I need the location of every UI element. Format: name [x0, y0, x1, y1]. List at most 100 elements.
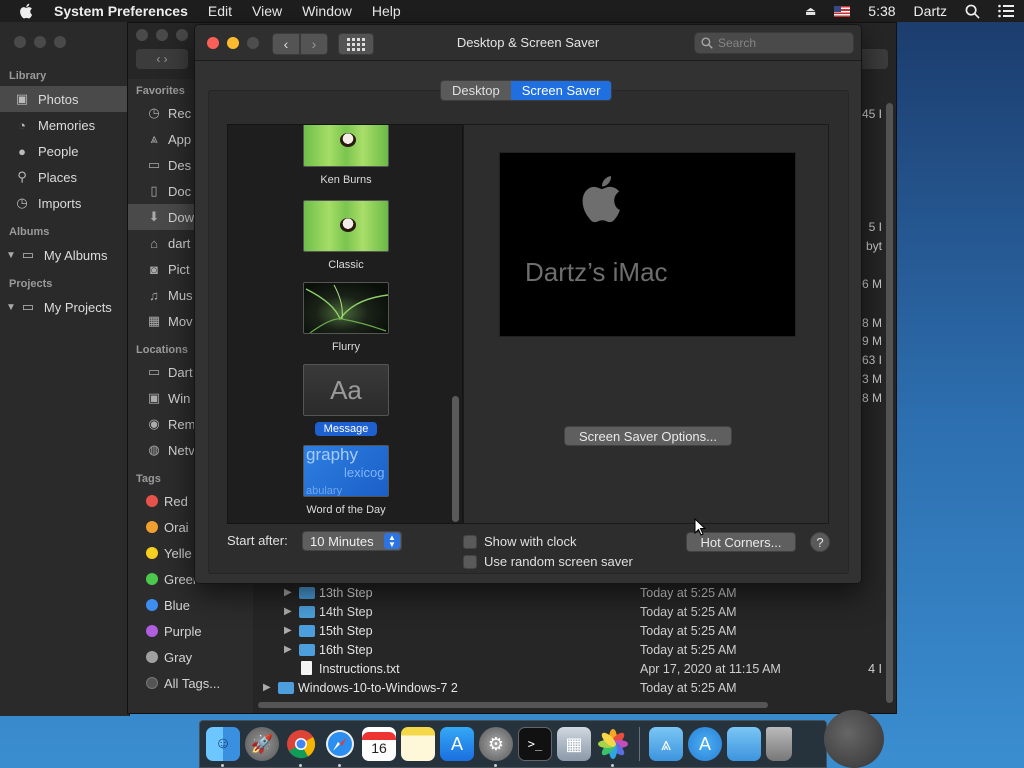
saver-classic[interactable]: Classic [276, 200, 416, 272]
running-indicator [299, 764, 302, 767]
wod-line: abulary [306, 485, 343, 497]
photos-sidebar-my-albums[interactable]: ▼ ▭ My Albums [0, 242, 130, 268]
menu-user[interactable]: Dartz [914, 3, 947, 19]
disclosure-triangle-icon[interactable]: ▶ [284, 625, 292, 636]
random-screen-saver-checkbox[interactable]: Use random screen saver [463, 554, 633, 569]
finder-all-tags[interactable]: All Tags... [128, 670, 253, 696]
safari-icon[interactable] [323, 727, 357, 767]
photos-sidebar-my-projects[interactable]: ▼ ▭ My Projects [0, 294, 130, 320]
menu-window[interactable]: Window [302, 3, 352, 19]
launchpad-icon[interactable]: 🚀 [245, 727, 279, 761]
applications-folder-icon[interactable]: ⩓ [649, 727, 683, 761]
disclosure-triangle-icon[interactable]: ▶ [263, 682, 271, 693]
tag-label: Orai [164, 519, 189, 535]
photos-sidebar-photos[interactable]: ▣ Photos [0, 86, 130, 112]
menu-app-name[interactable]: System Preferences [54, 3, 188, 19]
my-projects-label: My Projects [43, 299, 112, 315]
saver-word-of-the-day[interactable]: graphy lexicog abulary Word of the Day [276, 445, 416, 517]
start-after-select[interactable]: 10 Minutes ▲ ▼ [302, 531, 402, 551]
spotlight-search-icon[interactable] [965, 4, 980, 19]
show-with-clock-label: Show with clock [484, 534, 577, 549]
people-label: People [38, 143, 79, 159]
help-button[interactable]: ? [810, 532, 830, 552]
finder-horizontal-scrollbar[interactable] [258, 702, 768, 708]
screensaver-list-scrollbar[interactable] [452, 396, 459, 522]
date-modified: Today at 5:25 AM [640, 680, 737, 695]
photos-sidebar-people[interactable]: ● People [0, 138, 130, 164]
tag-color-dot-icon [146, 625, 158, 637]
table-row[interactable]: ▶ 13th Step Today at 5:25 AM [254, 583, 882, 602]
photos-projects-head: Projects [9, 278, 53, 290]
tab-desktop[interactable]: Desktop [441, 81, 511, 100]
apple-menu-icon[interactable] [18, 2, 36, 20]
finder-tag-item[interactable]: Gray [128, 644, 253, 670]
loc-label: Dart [168, 364, 193, 380]
photos-sidebar-places[interactable]: ⚲ Places [0, 164, 130, 190]
menu-help[interactable]: Help [372, 3, 401, 19]
disclosure-triangle-icon[interactable]: ▶ [284, 587, 292, 598]
project-folder-icon: ▭ [21, 299, 35, 314]
fav-label: Des [168, 157, 192, 173]
notes-icon[interactable] [401, 727, 435, 761]
size-cell: 45 I [861, 107, 882, 121]
disclosure-triangle-icon[interactable]: ▶ [284, 644, 292, 655]
finder-tag-item[interactable]: Purple [128, 618, 253, 644]
disclosure-triangle-icon[interactable]: ▶ [284, 606, 292, 617]
memories-icon: ◔ [18, 117, 26, 133]
tab-screen-saver[interactable]: Screen Saver [510, 81, 612, 100]
folder-icon [299, 606, 315, 618]
preview-icon[interactable]: ▦ [557, 727, 591, 761]
search-input[interactable] [718, 36, 838, 50]
table-row[interactable]: ▶ 15th Step Today at 5:25 AM [254, 621, 882, 640]
chrome-icon[interactable] [284, 727, 318, 767]
menu-edit[interactable]: Edit [208, 3, 232, 19]
screen-saver-options-button[interactable]: Screen Saver Options... [564, 426, 732, 446]
notification-center-icon[interactable] [998, 4, 1014, 18]
table-row[interactable]: ▶ 14th Step Today at 5:25 AM [254, 602, 882, 621]
checkbox-box[interactable] [463, 534, 477, 549]
saver-ken-burns[interactable]: Ken Burns [276, 125, 416, 187]
tab-control: Desktop Screen Saver [440, 80, 613, 101]
running-indicator [338, 764, 341, 767]
app-store-folder-icon[interactable]: A [688, 727, 722, 761]
table-row[interactable]: Instructions.txt Apr 17, 2020 at 11:15 AM… [254, 659, 882, 678]
date-modified: Today at 5:25 AM [640, 604, 737, 619]
disclosure-triangle-icon[interactable]: ▼ [6, 250, 16, 261]
documents-folder-icon[interactable] [727, 727, 761, 761]
system-preferences-icon[interactable]: ⚙ [479, 727, 513, 767]
table-row[interactable]: ▶ Windows-10-to-Windows-7 2 Today at 5:25 … [254, 678, 882, 697]
app-store-icon[interactable]: A [440, 727, 474, 761]
file-size: 4 I [868, 661, 882, 676]
finder-vertical-scrollbar[interactable] [886, 103, 893, 703]
saver-message[interactable]: Aa Message [276, 364, 416, 436]
finder-file-list: ▶ 13th Step Today at 5:25 AM ▶ 14th Step Toda… [254, 583, 882, 695]
launchpad-dock-magnified-icon[interactable] [824, 710, 884, 768]
photos-label: Photos [38, 91, 79, 107]
photos-sidebar-imports[interactable]: ◷ Imports [0, 190, 130, 216]
photos-icon[interactable] [596, 727, 630, 767]
input-source-flag-icon[interactable] [834, 5, 851, 17]
menu-view[interactable]: View [252, 3, 282, 19]
running-indicator [221, 764, 224, 767]
finder-window-controls [136, 29, 188, 41]
loc-label: Netv [168, 442, 195, 458]
saver-flurry[interactable]: Flurry [276, 282, 416, 354]
checkbox-box[interactable] [463, 554, 477, 569]
movies-icon: ▦ [147, 313, 161, 328]
terminal-icon[interactable]: >_ [518, 727, 552, 761]
menu-clock[interactable]: 5:38 [868, 3, 895, 19]
tag-color-dot-icon [146, 495, 158, 507]
finder-nav-buttons[interactable]: ‹ › [136, 49, 188, 69]
photos-sidebar-memories[interactable]: ◔ Memories [0, 112, 130, 138]
eject-icon[interactable]: ⏏ [805, 4, 816, 18]
calendar-icon[interactable]: 16 [362, 727, 396, 761]
trash-icon[interactable] [766, 727, 792, 761]
disclosure-triangle-icon[interactable]: ▼ [6, 302, 16, 313]
show-with-clock-checkbox[interactable]: Show with clock [463, 534, 576, 549]
saver-label: Word of the Day [306, 504, 386, 516]
search-field[interactable] [694, 32, 854, 54]
table-row[interactable]: ▶ 16th Step Today at 5:25 AM [254, 640, 882, 659]
finder-tag-item[interactable]: Blue [128, 592, 253, 618]
downloads-icon: ⬇ [148, 209, 160, 224]
finder-icon[interactable]: ☺ [206, 727, 240, 767]
